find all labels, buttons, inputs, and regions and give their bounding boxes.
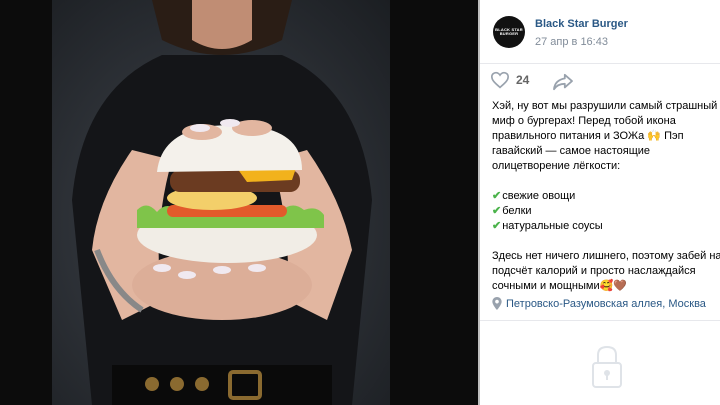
list-item: ✔натуральные соусы [492,219,720,234]
burger-photo-image [72,0,372,405]
map-pin-icon [492,297,502,310]
author-avatar[interactable]: BLACK STAR BURGER [493,16,525,48]
viewer-left-backdrop [0,0,52,405]
post-text-line: правильного питания и ЗОЖа 🙌 Пэп [492,130,684,142]
list-item-label: свежие овощи [502,190,576,202]
viewer-right-backdrop [390,0,478,405]
post-text-line: сочными и мощными🥰🤎 [492,280,627,292]
post-text-line: гавайский — самое настоящие [492,145,651,157]
check-mark-icon: ✔ [492,220,502,232]
lock-icon [592,345,622,388]
list-item-label: белки [502,205,532,217]
author-name-link[interactable]: Black Star Burger [535,18,628,30]
check-mark-icon: ✔ [492,205,502,217]
post-header: BLACK STAR BURGER Black Star Burger 27 а… [480,0,720,64]
comments-locked-area [480,320,720,405]
like-count: 24 [516,73,530,87]
location-label: Петровско-Разумовская аллея, Москва [506,297,706,310]
post-text-line: олицетворение лёгкости: [492,160,621,172]
check-mark-icon: ✔ [492,190,502,202]
post-text-line: Здесь нет ничего лишнего, поэтому забей … [492,250,720,262]
post-actions: 24 [480,64,720,100]
list-item: ✔свежие овощи [492,189,720,204]
post-text-line: Хэй, ну вот мы разрушили самый страшный [492,100,718,112]
post-location-link[interactable]: Петровско-Разумовская аллея, Москва [492,297,706,310]
post-side-panel: BLACK STAR BURGER Black Star Burger 27 а… [480,0,720,405]
share-button[interactable] [552,73,574,96]
like-button[interactable]: 24 [490,71,529,89]
share-arrow-icon [553,73,573,91]
list-item: ✔белки [492,204,720,219]
post-date-link[interactable]: 27 апр в 16:43 [535,36,608,48]
post-text-line: подсчёт калорий и просто наслаждайся [492,265,696,277]
avatar-logo-line-2: BURGER [499,31,519,36]
post-text: Хэй, ну вот мы разрушили самый страшный … [492,99,720,294]
heart-outline-icon [490,71,510,89]
list-item-label: натуральные соусы [502,220,603,232]
avatar-logo: BLACK STAR BURGER [495,28,523,36]
post-photo[interactable] [52,0,390,405]
post-text-line: миф о бургерах! Перед тобой икона [492,115,676,127]
